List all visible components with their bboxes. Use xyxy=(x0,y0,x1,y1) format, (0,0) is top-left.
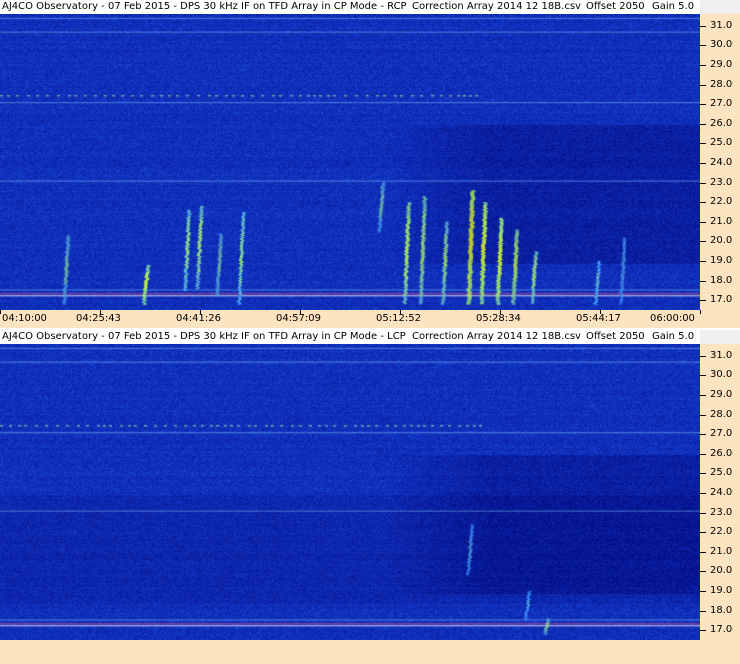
y-tick-mark xyxy=(700,355,706,357)
correction-file-label: Correction Array 2014 12 18B.csv xyxy=(412,1,581,12)
y-tick-mark xyxy=(700,434,706,436)
frequency-axis-rcp: 31.0 30.0 29.0 28.0 27.0 26.0 25.0 24.0 23.0 22.0… xyxy=(700,14,740,310)
y-tick-label: 28.0 xyxy=(710,408,733,420)
y-tick-label: 17.0 xyxy=(710,294,733,306)
y-tick-label: 25.0 xyxy=(710,467,733,479)
y-tick-label: 30.0 xyxy=(710,39,733,51)
spectrogram-rcp-canvas xyxy=(0,14,700,310)
y-tick-mark xyxy=(700,162,706,164)
time-axis-rcp: 04:10:00 04:25:43 04:41:26 04:57:09 05:12:52… xyxy=(0,310,740,328)
spectrogram-lcp-canvas xyxy=(0,344,700,640)
spectrogram-rcp xyxy=(0,14,700,310)
y-tick-label: 19.0 xyxy=(710,584,733,596)
y-tick-label: 22.0 xyxy=(710,196,733,208)
y-tick-mark xyxy=(700,414,706,416)
y-tick-mark xyxy=(700,221,706,223)
y-tick-label: 22.0 xyxy=(710,526,733,538)
y-tick-mark xyxy=(700,300,706,302)
x-tick-label: 04:25:43 xyxy=(76,313,121,324)
y-tick-label: 30.0 xyxy=(710,369,733,381)
gain-label: Gain 5.0 xyxy=(652,331,695,342)
y-tick-label: 29.0 xyxy=(710,58,733,70)
y-tick-label: 20.0 xyxy=(710,235,733,247)
y-tick-mark xyxy=(700,64,706,66)
x-tick-label: 05:28:34 xyxy=(475,313,521,324)
y-tick-label: 28.0 xyxy=(710,78,733,90)
y-tick-mark xyxy=(700,241,706,243)
y-tick-mark xyxy=(700,453,706,455)
y-tick-label: 17.0 xyxy=(710,624,733,636)
correction-file-label: Correction Array 2014 12 18B.csv xyxy=(412,331,581,342)
y-tick-label: 21.0 xyxy=(710,215,733,227)
gain-label: Gain 5.0 xyxy=(652,1,695,12)
spectrogram-lcp xyxy=(0,344,700,640)
y-tick-mark xyxy=(700,375,706,377)
y-tick-label: 19.0 xyxy=(710,254,733,266)
x-tick-label: 04:41:26 xyxy=(176,313,221,324)
y-tick-mark xyxy=(700,84,706,86)
y-tick-label: 25.0 xyxy=(710,137,733,149)
y-tick-mark xyxy=(700,492,706,494)
x-tick-label: 05:12:52 xyxy=(376,313,421,324)
y-tick-mark xyxy=(700,25,706,27)
y-tick-mark xyxy=(700,45,706,47)
y-tick-label: 29.0 xyxy=(710,388,733,400)
y-tick-mark xyxy=(700,394,706,396)
y-tick-mark xyxy=(700,104,706,106)
y-tick-label: 24.0 xyxy=(710,486,733,498)
y-tick-mark xyxy=(700,143,706,145)
time-axis-lcp xyxy=(0,640,740,664)
y-tick-mark xyxy=(700,630,706,632)
y-tick-label: 27.0 xyxy=(710,428,733,440)
offset-label: Offset 2050 xyxy=(586,331,645,342)
y-tick-mark xyxy=(700,260,706,262)
y-tick-mark xyxy=(700,123,706,125)
observatory-title: AJ4CO Observatory - 07 Feb 2015 - DPS 30… xyxy=(2,331,406,342)
panel-title-rcp: AJ4CO Observatory - 07 Feb 2015 - DPS 30… xyxy=(0,0,700,14)
y-tick-label: 24.0 xyxy=(710,156,733,168)
x-tick-mark xyxy=(700,310,701,314)
y-tick-mark xyxy=(700,571,706,573)
y-tick-mark xyxy=(700,473,706,475)
y-tick-label: 27.0 xyxy=(710,98,733,110)
frequency-axis-lcp: 31.0 30.0 29.0 28.0 27.0 26.0 25.0 24.0 23.0 22.0… xyxy=(700,344,740,640)
y-tick-label: 26.0 xyxy=(710,117,733,129)
y-tick-mark xyxy=(700,590,706,592)
x-tick-mark xyxy=(0,310,1,314)
offset-label: Offset 2050 xyxy=(586,1,645,12)
x-tick-label: 04:10:00 xyxy=(2,313,47,324)
y-tick-label: 31.0 xyxy=(710,349,733,361)
y-tick-mark xyxy=(700,551,706,553)
y-tick-mark xyxy=(700,532,706,534)
panel-title-lcp: AJ4CO Observatory - 07 Feb 2015 - DPS 30… xyxy=(0,330,700,344)
y-tick-label: 23.0 xyxy=(710,506,733,518)
y-tick-mark xyxy=(700,182,706,184)
y-tick-label: 26.0 xyxy=(710,447,733,459)
x-tick-label: 06:00:00 xyxy=(650,313,695,324)
y-tick-label: 21.0 xyxy=(710,545,733,557)
y-tick-label: 20.0 xyxy=(710,565,733,577)
observatory-title: AJ4CO Observatory - 07 Feb 2015 - DPS 30… xyxy=(2,1,407,12)
y-tick-label: 23.0 xyxy=(710,176,733,188)
y-tick-mark xyxy=(700,202,706,204)
x-tick-label: 05:44:17 xyxy=(575,313,621,324)
y-tick-label: 18.0 xyxy=(710,274,733,286)
y-tick-label: 31.0 xyxy=(710,19,733,31)
y-tick-mark xyxy=(700,512,706,514)
x-tick-label: 04:57:09 xyxy=(276,313,321,324)
y-tick-mark xyxy=(700,280,706,282)
y-tick-mark xyxy=(700,610,706,612)
y-tick-label: 18.0 xyxy=(710,604,733,616)
